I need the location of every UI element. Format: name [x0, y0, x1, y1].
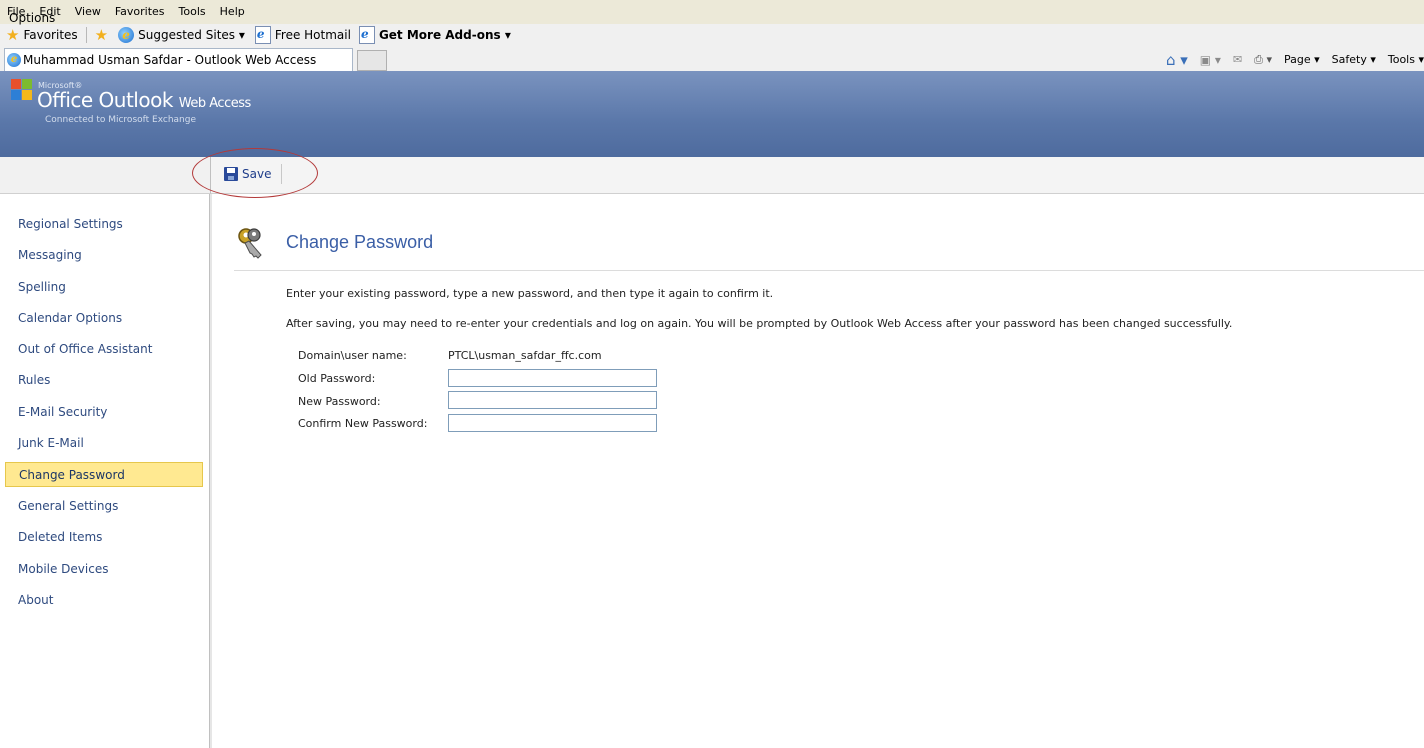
instruction-text-2: After saving, you may need to re-enter y…: [286, 317, 1233, 330]
suggested-sites-link[interactable]: Suggested Sites ▾: [138, 28, 245, 42]
ie-icon: e: [7, 53, 21, 67]
office-logo-icon: [11, 79, 33, 101]
confirm-password-input[interactable]: [448, 414, 657, 432]
nav-change-password[interactable]: Change Password: [5, 462, 203, 487]
nav-spelling[interactable]: Spelling: [5, 275, 203, 300]
browser-menu-bar: File Edit View Favorites Tools Help: [0, 0, 1424, 25]
nav-deleted-items[interactable]: Deleted Items: [5, 525, 203, 550]
menu-help[interactable]: Help: [213, 0, 252, 24]
browser-tab[interactable]: e Muhammad Usman Safdar - Outlook Web Ac…: [4, 48, 353, 71]
new-password-input[interactable]: [448, 391, 657, 409]
feeds-icon[interactable]: ▣ ▾: [1200, 53, 1221, 67]
mail-icon[interactable]: ✉: [1233, 53, 1242, 66]
nav-about[interactable]: About: [5, 588, 203, 613]
menu-tools[interactable]: Tools: [172, 0, 213, 24]
free-hotmail-link[interactable]: Free Hotmail: [275, 28, 351, 42]
domain-user-label: Domain\user name:: [298, 349, 407, 362]
brand-title: Office Outlook Web Access: [37, 88, 251, 112]
command-bar: ⌂ ▾ ▣ ▾ ✉ ⎙ ▾ Page ▾ Safety ▾ Tools ▾: [1160, 48, 1424, 71]
main-toolbar: [210, 157, 1424, 194]
print-icon[interactable]: ⎙ ▾: [1254, 53, 1272, 67]
nav-general-settings[interactable]: General Settings: [5, 494, 203, 519]
instruction-text: Enter your existing password, type a new…: [286, 287, 774, 300]
nav-rules[interactable]: Rules: [5, 368, 203, 393]
home-icon[interactable]: ⌂ ▾: [1166, 51, 1188, 69]
favorites-star-icon: ★: [6, 26, 20, 44]
brand-subtitle: Connected to Microsoft Exchange: [45, 115, 197, 125]
confirm-password-label: Confirm New Password:: [298, 417, 428, 430]
old-password-input[interactable]: [448, 369, 657, 387]
options-header: [0, 157, 210, 194]
get-addons-link[interactable]: Get More Add-ons ▾: [379, 28, 511, 42]
nav-mobile-devices[interactable]: Mobile Devices: [5, 557, 203, 582]
page-menu[interactable]: Page ▾: [1284, 53, 1320, 66]
nav-calendar-options[interactable]: Calendar Options: [5, 306, 203, 331]
highlight-circle: [192, 148, 318, 198]
ie-icon: e: [118, 27, 135, 43]
toolbar-divider: [85, 27, 87, 43]
options-sidebar: Regional Settings Messaging Spelling Cal…: [0, 194, 210, 748]
tab-title: Muhammad Usman Safdar - Outlook Web Acce…: [23, 53, 317, 67]
nav-regional-settings[interactable]: Regional Settings: [5, 212, 203, 237]
favorites-button[interactable]: Favorites: [23, 28, 77, 42]
new-tab-button[interactable]: [357, 50, 387, 71]
ie-page-icon: [254, 26, 271, 44]
sidebar-splitter[interactable]: [210, 194, 212, 748]
old-password-label: Old Password:: [298, 372, 376, 385]
menu-favorites[interactable]: Favorites: [108, 0, 172, 24]
nav-email-security[interactable]: E-Mail Security: [5, 400, 203, 425]
key-icon: [234, 226, 268, 260]
page-title: Change Password: [286, 232, 434, 252]
nav-out-of-office[interactable]: Out of Office Assistant: [5, 337, 203, 362]
new-password-label: New Password:: [298, 395, 381, 408]
menu-view[interactable]: View: [68, 0, 108, 24]
ie-page-icon: [358, 26, 375, 44]
nav-messaging[interactable]: Messaging: [5, 243, 203, 268]
options-label: Options: [9, 11, 56, 25]
owa-header: Microsoft® Office Outlook Web Access Con…: [0, 71, 1424, 157]
nav-junk-email[interactable]: Junk E-Mail: [5, 431, 203, 456]
add-favorite-icon[interactable]: ★: [95, 26, 108, 44]
tools-menu[interactable]: Tools ▾: [1388, 53, 1424, 66]
title-divider: [234, 270, 1424, 271]
safety-menu[interactable]: Safety ▾: [1332, 53, 1376, 66]
domain-user-value: PTCL\usman_safdar_ffc.com: [448, 349, 602, 362]
